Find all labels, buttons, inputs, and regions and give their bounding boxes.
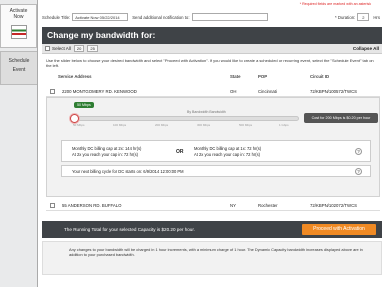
bandwidth-slider[interactable]: [70, 114, 299, 123]
slider-tick: 500 Mbps: [239, 123, 253, 127]
estimate-right-line2: At 2x you reach your cap in: 72 hr(s): [194, 151, 260, 157]
running-total-text: The Running Total for your selected Capa…: [64, 227, 195, 232]
notify-label: Send additional notification to:: [132, 14, 190, 20]
tab-label-line1: Schedule: [8, 58, 30, 64]
cost-badge: Cost for 200 Mbps is $0.20 per hour: [304, 113, 378, 123]
duration-unit: Hrs: [373, 14, 380, 20]
page-title: Change my bandwidth for:: [42, 27, 382, 44]
row-pop: Rochester: [258, 203, 278, 208]
bandwidth-icon: [10, 25, 27, 39]
estimate-left-line1: Monthly DC billing cap at 2x: 144 hr(s): [72, 146, 142, 151]
billing-estimate-box: Monthly DC billing cap at 2x: 144 hr(s) …: [61, 140, 371, 162]
table-row[interactable]: 2200 MONTGOMERY RD. KENWOOD OH Cincinnat…: [46, 86, 380, 97]
next-billing-cycle-box: Your next billing cycle for DC starts on…: [61, 165, 371, 177]
col-header-circuit: Circuit ID: [310, 74, 330, 79]
duration-label: * Duration:: [335, 14, 356, 20]
estimate-right: Monthly DC billing cap at 1x: 72 hr(s) A…: [194, 146, 261, 157]
slider-caption: By Bandwidth Bandwidth: [187, 110, 226, 114]
main-panel: * Required fields are marked with an ast…: [37, 0, 383, 287]
tab-label-line2: Event: [12, 67, 26, 73]
col-header-state: State: [230, 74, 241, 79]
slider-handle[interactable]: [70, 114, 79, 123]
row-circuit: 72/KBPN/100572/TWCS: [310, 89, 358, 94]
estimate-right-line1: Monthly DC billing cap at 1x: 72 hr(s): [194, 146, 262, 151]
select-all-label: Select All: [52, 46, 71, 51]
help-icon[interactable]: ?: [355, 168, 362, 175]
app-root: Activate Now Schedule Event * Required f…: [0, 0, 383, 287]
row-address: 2200 MONTGOMERY RD. KENWOOD: [62, 89, 137, 94]
collapse-all-link[interactable]: Collapse All: [353, 46, 379, 51]
row-state: OH: [230, 89, 237, 94]
duration-input[interactable]: 2: [357, 13, 370, 21]
tab-activate-now[interactable]: Activate Now: [0, 4, 37, 48]
current-bandwidth-badge: 50 Mbps: [74, 102, 94, 108]
estimate-left-line2: At 2x you reach your cap in: 72 hr(s): [72, 151, 138, 157]
table-row[interactable]: 55 ANDERSON RD. BUFFALO NY Rochester 72/…: [46, 200, 380, 211]
slider-tick: 200 Mbps: [155, 123, 169, 127]
next-billing-text: Your next billing cycle for DC starts on…: [72, 169, 184, 174]
slider-tick: 300 Mbps: [197, 123, 211, 127]
table-header: Service Address State POP Circuit ID: [46, 74, 380, 82]
row-address: 55 ANDERSON RD. BUFFALO: [62, 203, 122, 208]
row-pop: Cincinnati: [258, 89, 277, 94]
proceed-with-activation-button[interactable]: Proceed with Activation: [302, 224, 376, 235]
slider-tick: 1 Gbps: [279, 123, 289, 127]
tab-schedule-event[interactable]: Schedule Event: [0, 51, 37, 85]
schedule-title-input[interactable]: Activate Now 05/22/2014: [72, 13, 129, 21]
schedule-title-label: Schedule Title:: [42, 14, 71, 20]
row-circuit: 72/KBPN/102072/TWCS: [310, 203, 358, 208]
col-header-pop: POP: [258, 74, 268, 79]
tab-label-line2: Now: [13, 14, 24, 20]
row-checkbox[interactable]: [50, 89, 55, 94]
select-all-checkbox[interactable]: [45, 46, 50, 51]
running-total-bar: The Running Total for your selected Capa…: [42, 221, 382, 238]
required-note: * Required fields are marked with an ast…: [299, 2, 371, 6]
estimate-or: OR: [176, 149, 184, 155]
col-header-address: Service Address: [58, 74, 92, 79]
row-state: NY: [230, 203, 236, 208]
page-size-25-button[interactable]: 25: [87, 45, 98, 52]
slider-tick: 50 Mbps: [73, 123, 85, 127]
bandwidth-detail-panel: 50 Mbps By Bandwidth Bandwidth 50 Mbps 1…: [46, 97, 380, 197]
estimate-left: Monthly DC billing cap at 2x: 144 hr(s) …: [72, 146, 141, 157]
selection-bar: Select All 20 25 Collapse All: [42, 44, 382, 54]
page-size-20-button[interactable]: 20: [73, 45, 85, 52]
schedule-bar: Schedule Title: Activate Now 05/22/2014 …: [42, 10, 380, 24]
slider-tick: 100 Mbps: [113, 123, 127, 127]
row-checkbox[interactable]: [50, 203, 55, 208]
help-icon[interactable]: ?: [355, 148, 362, 155]
notify-input[interactable]: [191, 13, 268, 21]
slider-ticks: 50 Mbps 100 Mbps 200 Mbps 300 Mbps 500 M…: [73, 123, 299, 128]
instructions-text: Use the slider below to choose your desi…: [46, 58, 374, 68]
billing-note: Any changes to your bandwidth will be ch…: [42, 241, 382, 275]
